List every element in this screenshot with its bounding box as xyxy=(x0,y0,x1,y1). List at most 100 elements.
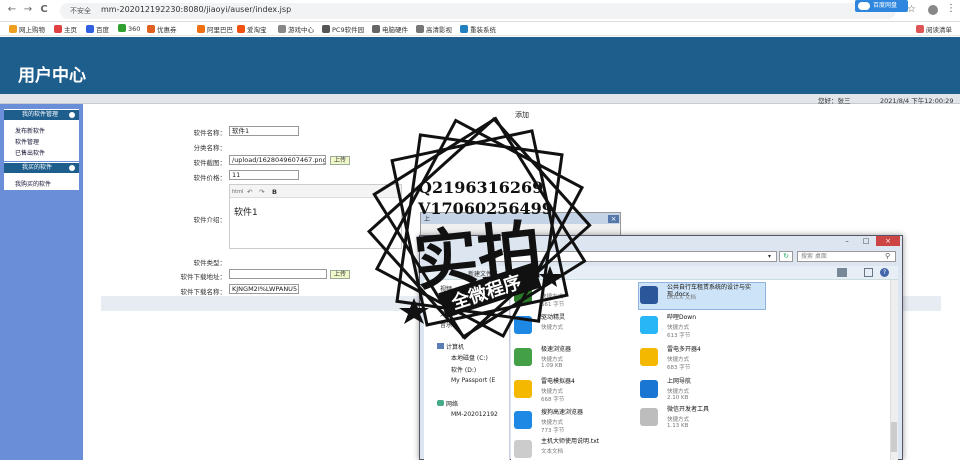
name-label: 软件名称： xyxy=(193,129,227,137)
redo-icon[interactable]: ↷ xyxy=(259,188,264,196)
bookmark-label: 游戏中心 xyxy=(288,26,314,34)
url-text[interactable]: mm-202012192230:8080/jiaoyi/auser/index.… xyxy=(101,5,291,14)
close-icon[interactable]: × xyxy=(876,236,900,246)
price-input[interactable]: 11 xyxy=(229,170,299,180)
bold-icon[interactable]: B xyxy=(272,188,277,196)
bookmark-item[interactable]: 主页 xyxy=(54,24,77,34)
download-name-input[interactable]: KJNGM2I%LWPANU5 xyxy=(229,284,299,294)
file-icon[interactable] xyxy=(640,380,658,398)
tree-item-drive-d[interactable]: 软件 (D:) xyxy=(451,365,476,374)
page-header xyxy=(0,37,960,94)
file-detail: 683 字节 xyxy=(667,365,691,371)
preview-pane-icon[interactable] xyxy=(864,268,873,277)
html-button[interactable]: html xyxy=(232,189,243,195)
file-name[interactable]: 雷电模拟器4 xyxy=(541,378,641,385)
bookmark-item[interactable]: 百度 xyxy=(86,24,109,34)
maximize-icon[interactable]: □ xyxy=(857,236,875,246)
help-icon[interactable]: ? xyxy=(880,268,889,277)
minimize-icon[interactable]: – xyxy=(838,236,856,246)
undo-icon[interactable]: ↶ xyxy=(247,188,252,196)
bookmark-item[interactable]: 高清影视 xyxy=(416,24,452,34)
file-icon[interactable] xyxy=(514,380,532,398)
bookmark-item[interactable]: 阿里巴巴 xyxy=(197,24,233,34)
greeting-text: 您好：张三 xyxy=(818,97,851,105)
bookmark-label: PC9软件园 xyxy=(332,26,365,34)
download-upload-button[interactable]: 上传 xyxy=(330,270,351,279)
file-name[interactable]: 主机大师使用说明.txt xyxy=(541,438,641,445)
bookmark-icon xyxy=(322,25,330,33)
screenshot-input[interactable]: /upload/1628049607467.png xyxy=(229,155,326,165)
chevron-down-icon[interactable]: ▾ xyxy=(768,253,771,260)
screenshot-upload-button[interactable]: 上传 xyxy=(330,156,351,165)
file-name[interactable]: 雷电多开器4 xyxy=(667,346,767,353)
bookmark-item[interactable]: PC9软件园 xyxy=(322,24,364,34)
file-icon[interactable] xyxy=(640,348,658,366)
file-icon[interactable] xyxy=(514,440,532,458)
bookmark-label: 电脑硬件 xyxy=(382,26,408,34)
bookmark-item[interactable]: 爱淘宝 xyxy=(237,24,267,34)
file-icon[interactable] xyxy=(640,408,658,426)
reading-list[interactable]: 阅读清单 xyxy=(916,24,952,34)
bookmark-item[interactable]: 360 xyxy=(118,24,140,33)
bookmark-icon xyxy=(147,25,155,33)
sidebar-section-title: 我买的软件 xyxy=(22,164,53,171)
file-icon[interactable] xyxy=(640,316,658,334)
bookmark-label: 阿里巴巴 xyxy=(207,26,233,34)
view-icon[interactable] xyxy=(837,268,847,277)
tree-item-drive-e[interactable]: My Passport (E xyxy=(451,377,495,384)
file-detail: 773 字节 xyxy=(541,428,565,434)
bookmark-icon xyxy=(118,24,126,32)
bookmark-item[interactable]: 优惠券 xyxy=(147,24,177,34)
file-icon[interactable] xyxy=(640,286,658,304)
collapse-icon xyxy=(69,165,75,171)
reload-icon[interactable]: C xyxy=(38,4,50,16)
file-name[interactable]: 上网导航 xyxy=(667,378,767,385)
file-detail: 快捷方式 xyxy=(667,325,690,331)
file-detail: 快捷方式 xyxy=(541,357,564,363)
insecure-label[interactable]: 不安全 xyxy=(70,6,91,16)
sidebar-item-sold[interactable]: 已售出软件 xyxy=(15,148,45,157)
refresh-icon[interactable]: ↻ xyxy=(779,251,793,262)
bookmark-item[interactable]: 电脑硬件 xyxy=(372,24,408,34)
file-name[interactable]: 哔哩Down xyxy=(667,314,767,321)
bookmark-item[interactable]: 游戏中心 xyxy=(278,24,314,34)
file-icon[interactable] xyxy=(514,348,532,366)
watermark-stamp: Q2196316269 V17060256499 实拍 全微程序 xyxy=(366,116,592,340)
sidebar-item-purchased[interactable]: 我购买的软件 xyxy=(15,179,51,188)
extension-button[interactable]: 百度网盘 xyxy=(855,0,908,12)
download-url-input[interactable] xyxy=(229,269,327,279)
sidebar-section-title: 我的软件管理 xyxy=(22,111,59,118)
bookmark-label: 360 xyxy=(128,25,141,33)
search-icon[interactable]: ⚲ xyxy=(885,252,890,260)
sidebar-item-publish[interactable]: 发布新软件 xyxy=(15,126,45,135)
intro-text[interactable]: 软件1 xyxy=(234,205,258,218)
file-detail: 快捷方式 xyxy=(667,357,690,363)
file-detail: 快捷方式 xyxy=(667,417,690,423)
tree-item-host[interactable]: MM-202012192 xyxy=(451,411,498,418)
bookmark-item[interactable]: 重装系统 xyxy=(460,24,496,34)
forward-icon[interactable]: → xyxy=(22,4,34,16)
file-icon[interactable] xyxy=(514,411,532,429)
scrollbar-thumb[interactable] xyxy=(891,422,897,452)
menu-icon[interactable]: ⋮ xyxy=(946,3,956,14)
info-bar xyxy=(0,94,960,104)
star-icon[interactable]: ☆ xyxy=(907,4,916,15)
close-icon[interactable]: × xyxy=(608,215,619,223)
file-name[interactable]: 微信开发者工具 xyxy=(667,406,767,413)
tree-item-network[interactable]: 网络 xyxy=(446,399,458,408)
file-name[interactable]: 搜狗高速浏览器 xyxy=(541,409,641,416)
profile-avatar[interactable] xyxy=(928,5,938,15)
bookmark-icon xyxy=(460,25,468,33)
collapse-icon xyxy=(69,112,75,118)
sidebar-section-software[interactable]: 我的软件管理 xyxy=(4,110,79,120)
file-detail: 613 字节 xyxy=(667,333,691,339)
download-name-label: 软件下载名称： xyxy=(180,288,227,296)
file-detail: 快捷方式 xyxy=(541,420,564,426)
name-input[interactable]: 软件1 xyxy=(229,126,299,136)
back-icon[interactable]: ← xyxy=(6,4,18,16)
sidebar-item-manage[interactable]: 软件管理 xyxy=(15,137,39,146)
sidebar-section-bought[interactable]: 我买的软件 xyxy=(4,163,79,173)
bookmark-item[interactable]: 网上购物 xyxy=(9,24,45,34)
tree-item-drive-c[interactable]: 本地磁盘 (C:) xyxy=(451,353,488,362)
explorer-search-input[interactable]: 搜索 桌面 xyxy=(797,251,896,262)
